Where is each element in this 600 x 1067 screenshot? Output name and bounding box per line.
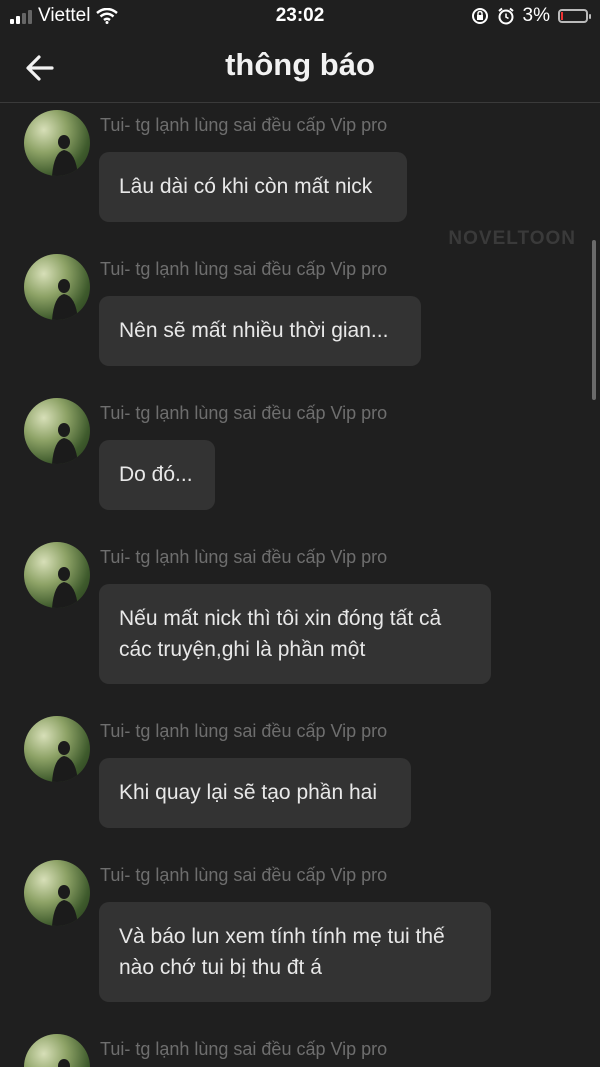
message-bubble: Nên sẽ mất nhiều thời gian... — [99, 296, 421, 366]
avatar[interactable] — [24, 398, 90, 464]
avatar[interactable] — [24, 860, 90, 926]
sender-name: Tui- tg lạnh lùng sai đều cấp Vip pro — [100, 1039, 388, 1059]
avatar[interactable] — [24, 110, 90, 176]
alarm-icon — [497, 7, 514, 25]
avatar[interactable] — [24, 716, 90, 782]
avatar[interactable] — [24, 542, 90, 608]
message-bubble: Và báo lun xem tính tính mẹ tui thế nào … — [99, 902, 491, 1002]
app-header: thông báo — [0, 34, 600, 103]
message-bubble: Khi quay lại sẽ tạo phần hai — [99, 758, 411, 828]
sender-name: Tui- tg lạnh lùng sai đều cấp Vip pro — [100, 115, 388, 135]
avatar[interactable] — [24, 254, 90, 320]
status-right: 3% — [471, 5, 591, 27]
status-bar: Viettel 23:02 3% — [0, 0, 600, 34]
watermark-logo: NOVELTOON — [448, 228, 576, 249]
battery-icon — [558, 9, 591, 23]
sender-name: Tui- tg lạnh lùng sai đều cấp Vip pro — [100, 259, 388, 279]
battery-percent: 3% — [522, 5, 550, 26]
sender-name: Tui- tg lạnh lùng sai đều cấp Vip pro — [100, 403, 388, 423]
message-bubble: Lâu dài có khi còn mất nick — [99, 152, 407, 222]
sender-name: Tui- tg lạnh lùng sai đều cấp Vip pro — [100, 865, 388, 885]
sender-name: Tui- tg lạnh lùng sai đều cấp Vip pro — [100, 721, 388, 741]
message-bubble: Do đó... — [99, 440, 215, 510]
sender-name: Tui- tg lạnh lùng sai đều cấp Vip pro — [100, 547, 388, 567]
page-title: thông báo — [225, 47, 375, 82]
scrollbar[interactable] — [592, 240, 596, 400]
message-bubble: Nếu mất nick thì tôi xin đóng tất cả các… — [99, 584, 491, 684]
avatar[interactable] — [24, 1034, 90, 1067]
rotation-lock-icon — [471, 8, 488, 24]
